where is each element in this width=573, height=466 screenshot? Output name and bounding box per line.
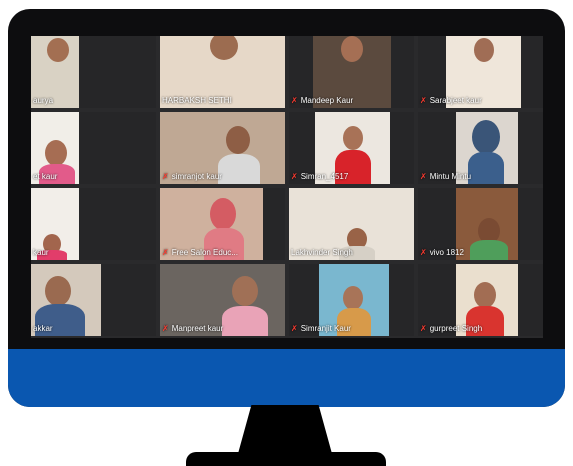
participant-body	[218, 154, 260, 184]
participant-body	[222, 306, 268, 336]
participant-tile[interactable]: ✗ Simranjit Kaur	[289, 264, 414, 336]
monitor: aurya HARBAKSH SETHI ✗ Mandeep Kaur ✗ Sara…	[8, 9, 565, 407]
participant-name: aurya	[33, 96, 54, 105]
participant-name: ✗ vivo 1812	[420, 248, 464, 257]
participant-face	[45, 276, 71, 306]
participant-face	[47, 38, 69, 62]
video-call-screen: aurya HARBAKSH SETHI ✗ Mandeep Kaur ✗ Sara…	[31, 36, 543, 338]
participant-tile[interactable]: ✗ gurpreet Singh	[418, 264, 543, 336]
participant-tile[interactable]: ✗ Manpreet kaur	[160, 264, 285, 336]
participant-name: ✗ Simran_4517	[291, 172, 349, 181]
mic-off-icon: ✗	[420, 324, 427, 333]
participant-face	[474, 282, 496, 308]
participant-face	[343, 126, 363, 150]
participant-tile[interactable]: ✗ Mintu Mintu	[418, 112, 543, 184]
participant-tile[interactable]: et kaur	[31, 112, 156, 184]
participant-face	[343, 286, 363, 310]
participant-tile[interactable]: ✗ vivo 1812	[418, 188, 543, 260]
participant-face	[472, 120, 500, 154]
participant-tile[interactable]: akkar	[31, 264, 156, 336]
participant-name: et kaur	[33, 172, 58, 181]
participant-name: ✗ Simranjit Kaur	[291, 324, 351, 333]
participant-name: ✗ Mintu Mintu	[420, 172, 472, 181]
participant-name: ✗ Free Salon Educ...	[162, 248, 238, 257]
participant-face	[341, 36, 363, 62]
mic-off-icon: ✗	[291, 96, 298, 105]
participant-name: ✗ gurpreet Singh	[420, 324, 483, 333]
participant-face	[226, 126, 250, 154]
monitor-stand-base	[186, 452, 386, 466]
mic-off-icon: ✗	[162, 324, 169, 333]
participant-name: akkar	[33, 324, 53, 333]
mic-off-icon: ✗	[291, 172, 298, 181]
participant-name: ✗ Sarabjeet kaur	[420, 96, 482, 105]
participant-name: HARBAKSH SETHI	[162, 96, 232, 105]
mic-off-icon: ✗	[420, 248, 427, 257]
mic-off-icon: ✗	[420, 172, 427, 181]
monitor-chin	[8, 349, 565, 407]
participant-tile[interactable]: ✗ Simran_4517	[289, 112, 414, 184]
participant-tile[interactable]: ✗ simranjot kaur	[160, 112, 285, 184]
participant-face	[474, 38, 494, 62]
mic-off-icon: ✗	[162, 248, 169, 257]
participant-name: Lakhvinder Singh	[291, 248, 353, 257]
participant-name: kaur	[33, 248, 49, 257]
participant-face	[232, 276, 258, 306]
mic-off-icon: ✗	[420, 96, 427, 105]
participant-body	[470, 240, 508, 260]
participant-tile[interactable]: ✗ Free Salon Educ...	[160, 188, 285, 260]
mic-off-icon: ✗	[291, 324, 298, 333]
participant-tile[interactable]: Lakhvinder Singh	[289, 188, 414, 260]
mic-off-icon: ✗	[162, 172, 169, 181]
participant-name: ✗ Mandeep Kaur	[291, 96, 354, 105]
participant-tile[interactable]: ✗ Mandeep Kaur	[289, 36, 414, 108]
participant-name: ✗ Manpreet kaur	[162, 324, 224, 333]
participant-tile[interactable]: aurya	[31, 36, 156, 108]
participant-tile[interactable]: kaur	[31, 188, 156, 260]
participant-face	[45, 140, 67, 166]
participant-tile[interactable]: HARBAKSH SETHI	[160, 36, 285, 108]
participant-face	[210, 198, 236, 230]
participant-grid: aurya HARBAKSH SETHI ✗ Mandeep Kaur ✗ Sara…	[31, 36, 543, 338]
participant-tile[interactable]: ✗ Sarabjeet kaur	[418, 36, 543, 108]
participant-body	[468, 152, 504, 184]
participant-name: ✗ simranjot kaur	[162, 172, 222, 181]
